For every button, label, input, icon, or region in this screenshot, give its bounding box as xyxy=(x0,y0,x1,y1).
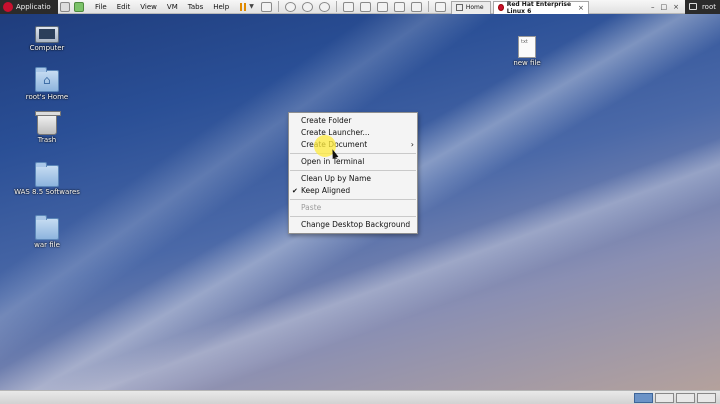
desktop-icon-war-file[interactable]: war file xyxy=(12,215,82,249)
menu-item-create-document[interactable]: Create Document › xyxy=(289,139,417,151)
workspace-switcher xyxy=(634,393,716,403)
workspace-3[interactable] xyxy=(676,393,695,403)
user-menu[interactable]: root xyxy=(684,0,720,14)
close-icon[interactable]: × xyxy=(578,4,584,12)
checkmark-icon: ✔ xyxy=(292,187,298,195)
menu-file[interactable]: File xyxy=(90,0,112,14)
sidebar-toggle-icon[interactable] xyxy=(342,1,354,12)
menu-separator xyxy=(290,153,416,154)
menu-item-open-in-terminal[interactable]: Open in Terminal xyxy=(289,156,417,168)
tab-home-label: Home xyxy=(465,4,484,11)
toolbar-divider xyxy=(427,1,429,12)
vm-toolbar xyxy=(258,1,449,12)
desktop-icon-label: root's Home xyxy=(25,93,69,101)
toolbar-divider xyxy=(277,1,279,12)
desktop-icon-label: war file xyxy=(34,241,60,249)
revert-snapshot-icon[interactable] xyxy=(301,1,313,12)
menubar: File Edit View VM Tabs Help xyxy=(90,0,234,14)
menu-separator xyxy=(290,170,416,171)
menu-view[interactable]: View xyxy=(135,0,162,14)
snapshot-icon[interactable] xyxy=(284,1,296,12)
toolbar-divider xyxy=(335,1,337,12)
applications-menu[interactable]: Applicatio xyxy=(0,0,58,14)
chevron-down-icon[interactable]: ▼ xyxy=(249,3,254,10)
tab-rhel-label: Red Hat Enterprise Linux 6 xyxy=(506,0,572,15)
menu-item-keep-aligned[interactable]: ✔ Keep Aligned xyxy=(289,185,417,197)
desktop-icon-new-file[interactable]: new file xyxy=(492,36,562,67)
text-file-icon xyxy=(518,36,536,58)
menu-item-label: Keep Aligned xyxy=(301,186,351,195)
maximize-icon[interactable]: □ xyxy=(660,3,667,11)
home-folder-icon xyxy=(35,67,59,92)
send-ctrl-alt-del-icon[interactable] xyxy=(260,1,272,12)
menu-item-label: Paste xyxy=(301,203,322,212)
workspace-1[interactable] xyxy=(634,393,653,403)
menu-item-create-launcher[interactable]: Create Launcher... xyxy=(289,127,417,139)
library-icon[interactable] xyxy=(434,1,446,12)
menu-edit[interactable]: Edit xyxy=(112,0,136,14)
user-label: root xyxy=(701,2,716,11)
menu-separator xyxy=(290,199,416,200)
console-view-icon[interactable] xyxy=(359,1,371,12)
app-launcher-icon[interactable] xyxy=(74,1,84,12)
desktop-icon-label: WAS 8.5 Softwares xyxy=(14,188,80,196)
snapshot-manager-icon[interactable] xyxy=(318,1,330,12)
chevron-right-icon: › xyxy=(410,140,414,149)
home-icon xyxy=(455,4,463,11)
workspace-4[interactable] xyxy=(697,393,716,403)
redhat-icon xyxy=(3,1,13,12)
desktop-icon-computer[interactable]: Computer xyxy=(12,26,82,52)
minimize-icon[interactable]: – xyxy=(651,3,655,11)
redhat-icon xyxy=(497,4,504,11)
menu-item-label: Create Launcher... xyxy=(301,128,370,137)
workspace-2[interactable] xyxy=(655,393,674,403)
menu-item-paste: Paste xyxy=(289,202,417,214)
desktop-icon-label: Computer xyxy=(29,44,65,52)
pin-icon[interactable] xyxy=(60,1,70,12)
menu-item-label: Create Folder xyxy=(301,116,352,125)
folder-icon xyxy=(35,162,59,187)
tab-red-hat-enterprise-linux-6[interactable]: Red Hat Enterprise Linux 6 × xyxy=(492,0,589,15)
menu-item-label: Change Desktop Background xyxy=(301,220,411,229)
menu-tabs[interactable]: Tabs xyxy=(183,0,209,14)
top-panel: Applicatio File Edit View VM Tabs Help ▼… xyxy=(0,0,720,15)
desktop-icon-label: new file xyxy=(513,59,541,67)
bottom-panel xyxy=(0,390,720,404)
desktop-icon-label: Trash xyxy=(37,136,57,144)
fullscreen-icon[interactable] xyxy=(376,1,388,12)
menu-item-label: Clean Up by Name xyxy=(301,174,372,183)
desktop-icon-trash[interactable]: Trash xyxy=(12,111,82,144)
menu-separator xyxy=(290,216,416,217)
desktop-context-menu: Create Folder Create Launcher... Create … xyxy=(288,112,418,234)
menu-item-change-desktop-background[interactable]: Change Desktop Background xyxy=(289,219,417,231)
menu-vm[interactable]: VM xyxy=(162,0,183,14)
display-icon xyxy=(688,3,697,10)
window-controls: – □ × xyxy=(651,3,679,11)
stretch-icon[interactable] xyxy=(410,1,422,12)
applications-label: Applicatio xyxy=(16,2,51,11)
desktop-icon-roots-home[interactable]: root's Home xyxy=(12,67,82,101)
tab-home[interactable]: Home xyxy=(450,0,491,14)
desktop-icon-was-softwares[interactable]: WAS 8.5 Softwares xyxy=(12,162,82,196)
folder-icon xyxy=(35,215,59,240)
menu-help[interactable]: Help xyxy=(208,0,234,14)
computer-icon xyxy=(35,26,59,43)
trash-icon xyxy=(35,111,61,135)
pause-icon[interactable] xyxy=(240,2,247,11)
menu-item-create-folder[interactable]: Create Folder xyxy=(289,115,417,127)
menu-item-clean-up-by-name[interactable]: Clean Up by Name xyxy=(289,173,417,185)
close-window-icon[interactable]: × xyxy=(673,3,679,11)
unity-icon[interactable] xyxy=(393,1,405,12)
